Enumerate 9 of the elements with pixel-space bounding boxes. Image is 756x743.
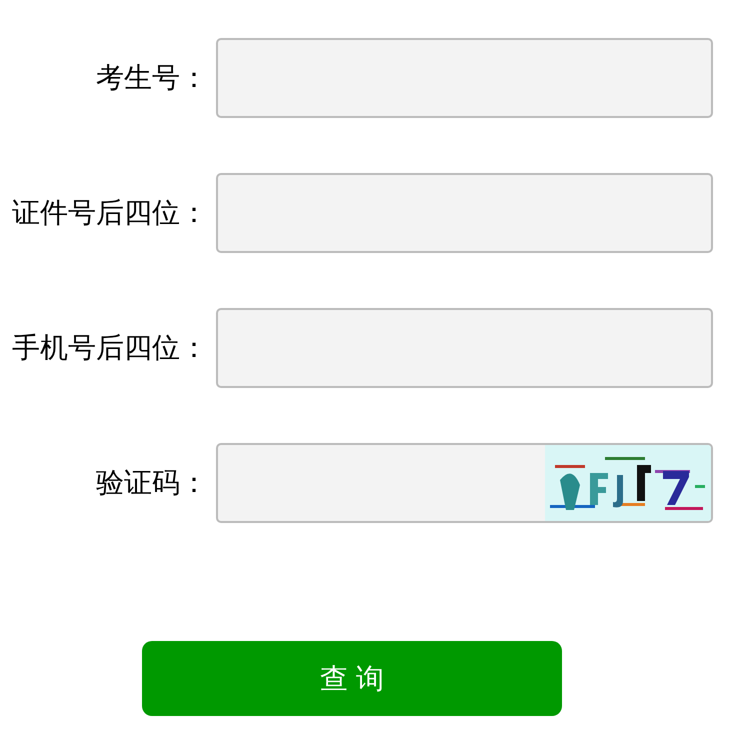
field-label: 验证码： — [95, 466, 209, 500]
field-label: 考生号： — [95, 61, 209, 95]
field-label: 手机号后四位： — [11, 331, 209, 365]
field-label: 证件号后四位： — [11, 196, 209, 230]
input-field[interactable] — [216, 38, 713, 118]
input-field[interactable] — [216, 173, 713, 253]
captcha-field[interactable] — [216, 443, 713, 523]
input-field[interactable] — [216, 308, 713, 388]
query-button[interactable]: 查 询 — [142, 641, 562, 716]
